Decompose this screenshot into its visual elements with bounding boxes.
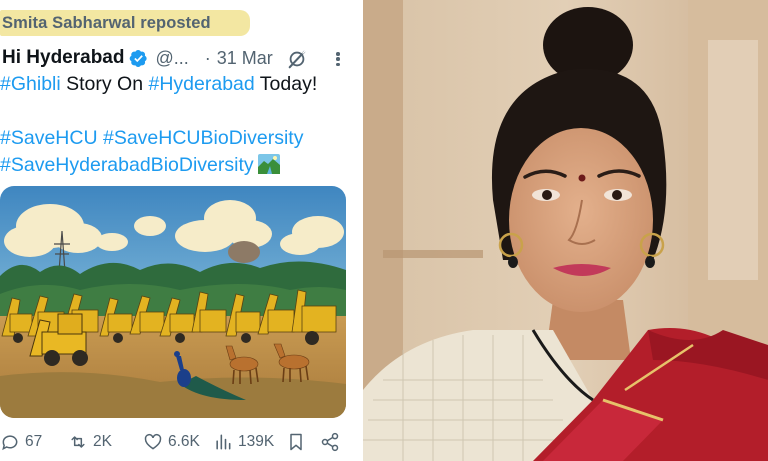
repost-count: 2K <box>93 433 112 450</box>
hashtag-ghibli[interactable]: #Ghibli <box>0 73 61 95</box>
verified-badge-icon <box>129 49 148 68</box>
like-icon <box>144 433 162 450</box>
like-button[interactable]: 6.6K <box>143 428 200 456</box>
bookmark-button[interactable] <box>286 428 311 456</box>
author-handle[interactable]: @... <box>155 48 188 69</box>
tweet-line-1: #Ghibli Story On #Hyderabad Today! <box>0 71 362 98</box>
tweet-header: Hi Hyderabad @... · 31 Mar <box>0 44 362 72</box>
national-park-emoji <box>257 154 280 174</box>
date-separator: · <box>204 47 211 68</box>
share-button[interactable] <box>320 428 345 456</box>
hashtag-savehyderabadbiodiversity[interactable]: #SaveHyderabadBioDiversity <box>0 154 254 176</box>
views-count: 139K <box>238 433 275 450</box>
ghibli-illustration <box>0 186 346 418</box>
reply-button[interactable]: 67 <box>0 428 42 456</box>
tweet-line-2: #SaveHCU #SaveHCUBioDiversity <box>0 125 362 152</box>
text-segment: Today! <box>254 73 318 95</box>
share-icon <box>321 432 339 452</box>
portrait-photo <box>363 0 768 461</box>
repost-indicator[interactable]: Smita Sabharwal reposted <box>0 10 250 36</box>
author-name[interactable]: Hi Hyderabad <box>2 47 124 69</box>
hashtag-savehcubiodiversity[interactable]: #SaveHCUBioDiversity <box>103 127 303 149</box>
tweet-text: #Ghibli Story On #Hyderabad Today! #Save… <box>0 71 362 179</box>
tweet-card[interactable]: Smita Sabharwal reposted Hi Hyderabad @.… <box>0 0 362 461</box>
hashtag-savehcu[interactable]: #SaveHCU <box>0 127 98 149</box>
views-icon <box>216 434 231 450</box>
action-bar: 67 2K 6.6K 139K <box>0 428 362 456</box>
portrait-illustration <box>363 0 768 461</box>
tweet-media-image[interactable] <box>0 186 346 418</box>
reply-count: 67 <box>25 433 43 450</box>
like-count: 6.6K <box>168 433 200 450</box>
bookmark-icon <box>290 433 302 451</box>
grok-icon[interactable] <box>286 48 308 70</box>
repost-icon <box>71 436 85 448</box>
hashtag-hyderabad[interactable]: #Hyderabad <box>148 73 254 95</box>
repost-button[interactable]: 2K <box>68 428 112 456</box>
tweet-line-3: #SaveHyderabadBioDiversity <box>0 152 362 179</box>
text-segment: Story On <box>60 73 149 95</box>
reply-icon <box>2 435 18 451</box>
more-icon[interactable] <box>332 48 344 70</box>
repost-label: Smita Sabharwal reposted <box>2 13 211 32</box>
views-button[interactable]: 139K <box>213 428 274 456</box>
tweet-date[interactable]: 31 Mar <box>217 48 273 69</box>
